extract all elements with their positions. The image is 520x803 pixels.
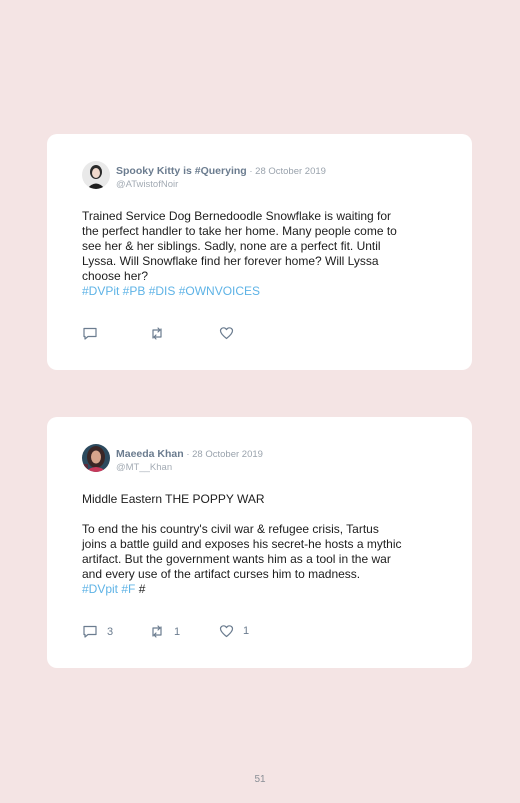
retweet-count: 1 — [174, 625, 181, 638]
separator: · — [183, 449, 193, 460]
avatar[interactable] — [82, 444, 110, 472]
text-line: and every use of the artifact curses him… — [82, 567, 361, 581]
retweet-icon — [152, 327, 162, 340]
separator: · — [246, 166, 256, 177]
text-line: Trained Service Dog Bernedoodle Snowflak… — [82, 209, 392, 223]
like-count: 1 — [243, 625, 250, 637]
tweet-card: Maeeda Khan · 28 October 2019 @MT__Khan … — [47, 417, 472, 668]
text-line: joins a battle guild and exposes his sec… — [82, 537, 402, 551]
text-line: see her & her siblings. Sadly, none are … — [82, 239, 381, 253]
text-line: Lyssa. Will Snowflake find her forever h… — [82, 254, 379, 268]
text-line: Middle Eastern THE POPPY WAR — [82, 492, 265, 506]
text-line: the perfect handler to take her home. Ma… — [82, 224, 397, 238]
text-line: To end the his country's civil war & ref… — [82, 522, 379, 536]
author-handle[interactable]: @ATwistofNoir — [116, 178, 326, 191]
tweet-date[interactable]: 28 October 2019 — [192, 449, 263, 460]
retweet-icon — [152, 625, 162, 638]
tweet-header: Maeeda Khan · 28 October 2019 @MT__Khan — [116, 446, 263, 474]
like-button[interactable]: 1 — [219, 624, 249, 638]
page-number: 51 — [254, 774, 266, 785]
hashtags[interactable]: #DVPit #PB #DIS #OWNVOICES — [82, 284, 442, 299]
tweet-text: Trained Service Dog Bernedoodle Snowflak… — [82, 209, 442, 299]
reply-count: 3 — [107, 625, 114, 638]
retweet-button[interactable]: 1 — [149, 624, 180, 639]
tweet-card: Spooky Kitty is #Querying · 28 October 2… — [47, 134, 472, 370]
text-line: choose her? — [82, 269, 149, 283]
reply-button[interactable]: 3 — [82, 624, 113, 639]
hashtags[interactable]: #DVpit #F — [82, 582, 135, 596]
tweet-header: Spooky Kitty is #Querying · 28 October 2… — [116, 163, 326, 191]
tweet-date[interactable]: 28 October 2019 — [255, 166, 326, 177]
retweet-button[interactable] — [149, 326, 165, 341]
author-name[interactable]: Spooky Kitty is #Querying — [116, 165, 247, 177]
reply-button[interactable] — [82, 326, 98, 341]
reply-icon — [83, 327, 97, 340]
avatar[interactable] — [82, 161, 110, 189]
text-line: artifact. But the government wants him a… — [82, 552, 391, 566]
like-button[interactable] — [219, 326, 234, 340]
heart-icon — [219, 625, 234, 638]
text-line — [82, 507, 442, 522]
trailing-text: # — [135, 582, 146, 596]
tweet-text: Middle Eastern THE POPPY WAR To end the … — [82, 492, 442, 597]
reply-icon — [83, 625, 97, 638]
heart-icon — [219, 327, 234, 340]
author-handle[interactable]: @MT__Khan — [116, 461, 263, 474]
author-name[interactable]: Maeeda Khan — [116, 448, 184, 460]
